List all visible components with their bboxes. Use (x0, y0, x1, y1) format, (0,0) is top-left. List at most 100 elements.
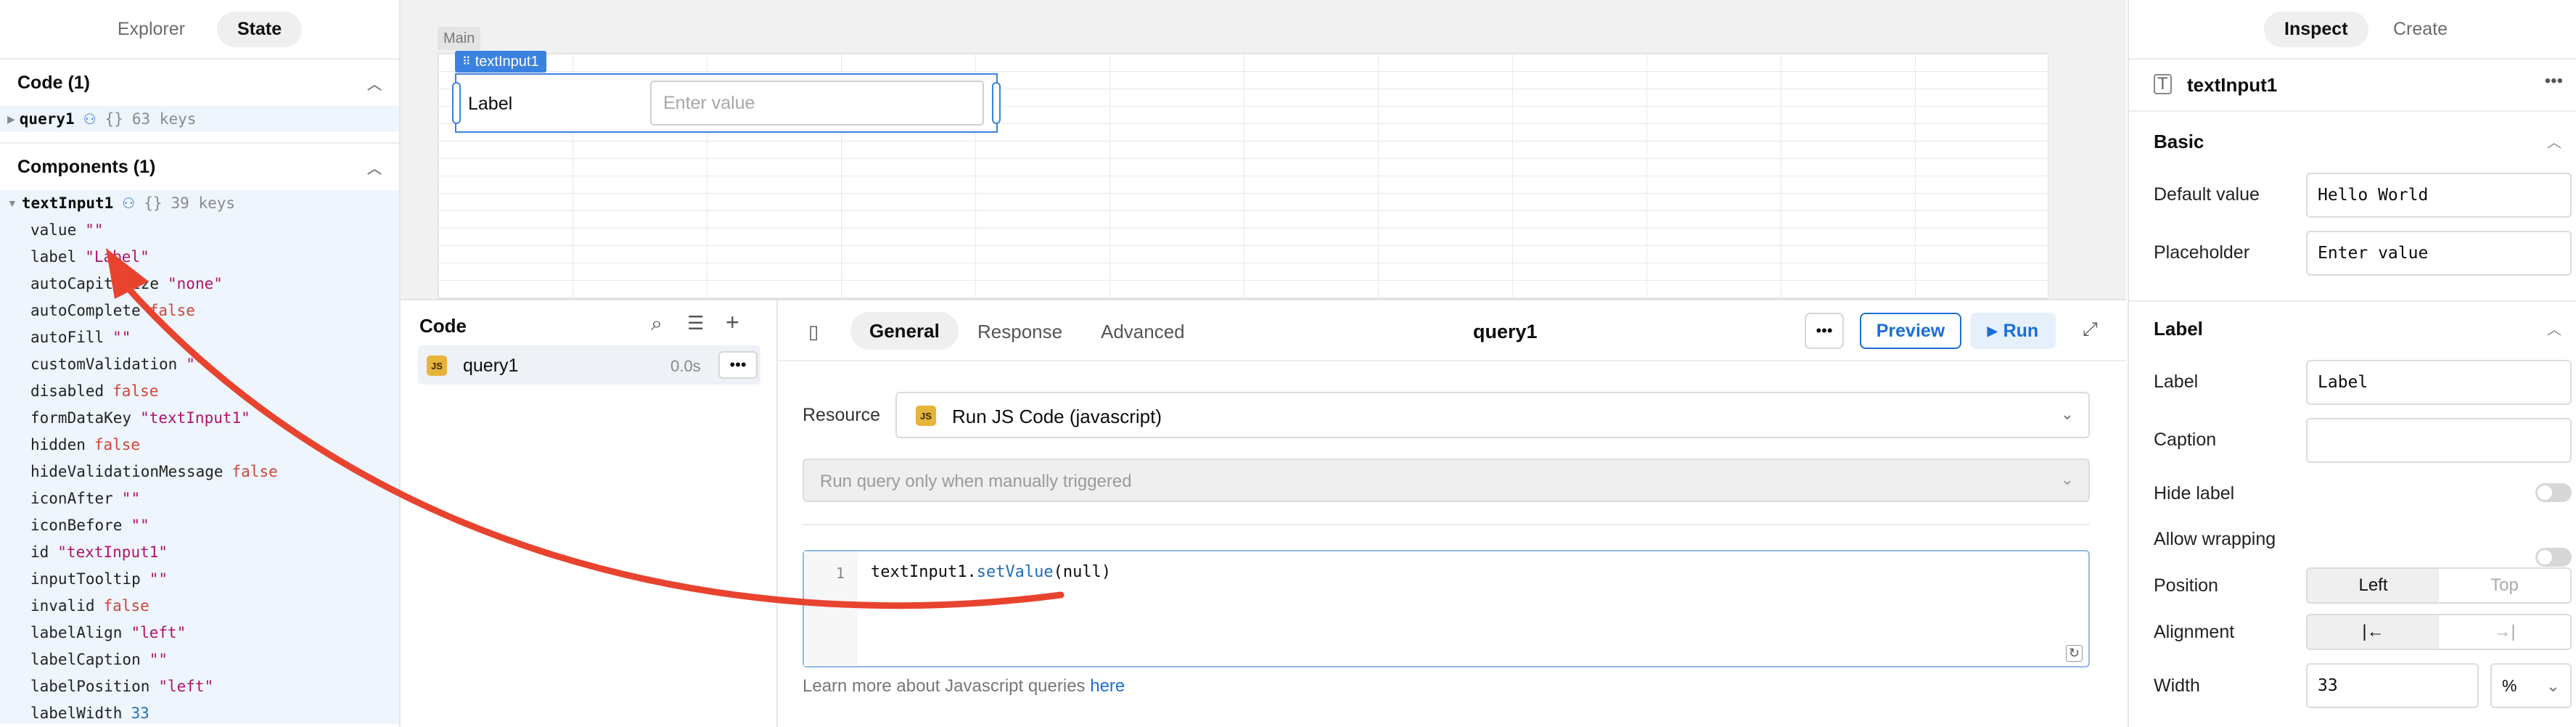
property-row[interactable]: value "" (0, 216, 399, 243)
default-value-field[interactable]: Hello World (2306, 173, 2572, 218)
chevron-up-icon[interactable]: ︿ (2547, 131, 2561, 152)
property-value: "Label" (85, 247, 149, 266)
hide-label-toggle[interactable] (2535, 483, 2572, 502)
tree-item-query1[interactable]: ▶ query1 ⚇ {} 63 keys (0, 106, 399, 132)
query-item-query1[interactable]: JS query1 0.0s ••• (418, 345, 760, 385)
code-method: setValue (976, 563, 1054, 581)
learn-more-link[interactable]: here (1090, 676, 1125, 696)
property-row[interactable]: formDataKey "textInput1" (0, 404, 399, 431)
text-input-widget[interactable]: Label Enter value (452, 73, 1001, 133)
property-row[interactable]: invalid false (0, 592, 399, 619)
tab-create[interactable]: Create (2373, 12, 2468, 47)
position-label: Position (2154, 575, 2218, 596)
resize-handle-left[interactable] (452, 82, 461, 124)
divider (803, 524, 2090, 525)
position-top-option[interactable]: Top (2439, 569, 2570, 602)
add-icon[interactable]: + (726, 309, 739, 336)
property-key: inputTooltip (30, 570, 141, 588)
code-line[interactable]: textInput1.setValue(null) (871, 563, 1111, 581)
chevron-up-icon[interactable]: ︿ (2547, 318, 2561, 339)
property-row[interactable]: autoComplete false (0, 297, 399, 324)
property-key: autoComplete (30, 301, 141, 319)
format-icon[interactable]: ↻ (2065, 645, 2083, 662)
editor-title: query1 (1473, 321, 1538, 342)
property-row[interactable]: autoFill "" (0, 324, 399, 350)
property-key: formDataKey (30, 408, 132, 427)
expand-icon[interactable]: ⤢ (2083, 318, 2098, 341)
property-row[interactable]: iconAfter "" (0, 485, 399, 512)
property-row[interactable]: hideValidationMessage false (0, 458, 399, 485)
tab-advanced[interactable]: Advanced (1101, 321, 1185, 343)
right-tabs: Inspect Create (2264, 12, 2469, 47)
component-tag[interactable]: ⠿ textInput1 (455, 51, 546, 73)
property-value: false (149, 301, 195, 319)
property-value: "none" (168, 274, 223, 292)
widget-input[interactable]: Enter value (650, 81, 984, 126)
search-icon[interactable]: ⌕ (651, 312, 663, 336)
chevron-down-icon: ⌄ (2060, 405, 2074, 423)
align-right-option[interactable]: →| (2439, 615, 2570, 649)
property-row[interactable]: disabled false (0, 377, 399, 404)
property-list: value "" label "Label" autoCapitalize "none" a… (0, 216, 399, 726)
allow-wrapping-toggle[interactable] (2535, 548, 2572, 567)
resize-handle-right[interactable] (992, 82, 1001, 124)
position-left-option[interactable]: Left (2308, 569, 2439, 602)
preview-button[interactable]: Preview (1860, 313, 1961, 349)
component-name[interactable]: textInput1 (2187, 74, 2277, 96)
property-row[interactable]: labelWidth 33 (0, 699, 399, 726)
chevron-up-icon[interactable]: ︿ (367, 73, 382, 94)
resource-select[interactable]: JS Run JS Code (javascript) ⌄ (895, 392, 2090, 438)
chevron-up-icon[interactable]: ︿ (367, 157, 382, 178)
query-list: Code ⌕ ☰ + JS query1 0.0s ••• (401, 300, 778, 727)
property-row[interactable]: label "Label" (0, 243, 399, 270)
property-row[interactable]: labelCaption "" (0, 646, 399, 673)
width-field[interactable]: 33 (2306, 663, 2479, 708)
caret-right-icon[interactable]: ▶ (7, 113, 15, 126)
property-value: "" (121, 489, 141, 507)
more-icon[interactable]: ••• (2545, 71, 2563, 91)
trigger-select[interactable]: Run query only when manually triggered ⌄ (803, 459, 2090, 502)
code-editor[interactable]: 1 textInput1.setValue(null) ↻ (803, 550, 2090, 668)
tab-state[interactable]: State (216, 11, 303, 47)
placeholder-field[interactable]: Enter value (2306, 231, 2572, 276)
property-row[interactable]: labelAlign "left" (0, 619, 399, 646)
more-menu-button[interactable]: ••• (1805, 313, 1844, 349)
tab-response[interactable]: Response (977, 321, 1062, 343)
components-section-header[interactable]: Components (1) ︿ (0, 142, 399, 190)
drag-handle-icon[interactable]: ⠿ (462, 54, 471, 69)
dependency-icon[interactable]: ⚇ (122, 194, 135, 213)
property-row[interactable]: inputTooltip "" (0, 565, 399, 592)
property-value: "" (131, 516, 149, 534)
toggle-sidebar-icon[interactable]: ▯ (808, 321, 819, 343)
query-item-menu-button[interactable]: ••• (718, 351, 758, 379)
tab-general[interactable]: General (850, 312, 959, 350)
width-unit-select[interactable]: % ⌄ (2490, 663, 2572, 708)
property-value: 33 (131, 704, 149, 722)
property-row[interactable]: customValidation "" (0, 350, 399, 377)
property-row[interactable]: autoCapitalize "none" (0, 270, 399, 297)
components-section-title: Components (1) (17, 156, 156, 177)
basic-section-title[interactable]: Basic (2129, 131, 2204, 153)
alignment-label: Alignment (2154, 622, 2235, 642)
run-button[interactable]: ▶ Run (1970, 313, 2056, 349)
label-field[interactable]: Label (2306, 360, 2572, 405)
tree-item-textinput1[interactable]: ▼ textInput1 ⚇ {} 39 keys (0, 190, 399, 216)
filter-icon[interactable]: ☰ (687, 312, 704, 334)
align-left-option[interactable]: |← (2308, 615, 2439, 649)
property-value: "left" (131, 623, 186, 641)
caret-down-icon[interactable]: ▼ (7, 197, 17, 209)
text-input-icon: T (2154, 74, 2172, 94)
caption-field[interactable] (2306, 418, 2572, 463)
property-row[interactable]: iconBefore "" (0, 512, 399, 538)
property-key: customValidation (30, 355, 178, 373)
property-row[interactable]: id "textInput1" (0, 538, 399, 565)
code-section-header[interactable]: Code (1) ︿ (0, 58, 399, 106)
label-section-title[interactable]: Label (2129, 318, 2203, 340)
property-value: false (94, 435, 141, 453)
tab-explorer[interactable]: Explorer (97, 12, 205, 47)
property-value: false (103, 596, 149, 615)
property-row[interactable]: labelPosition "left" (0, 673, 399, 699)
property-row[interactable]: hidden false (0, 431, 399, 458)
dependency-icon[interactable]: ⚇ (83, 110, 97, 128)
tab-inspect[interactable]: Inspect (2264, 12, 2368, 47)
